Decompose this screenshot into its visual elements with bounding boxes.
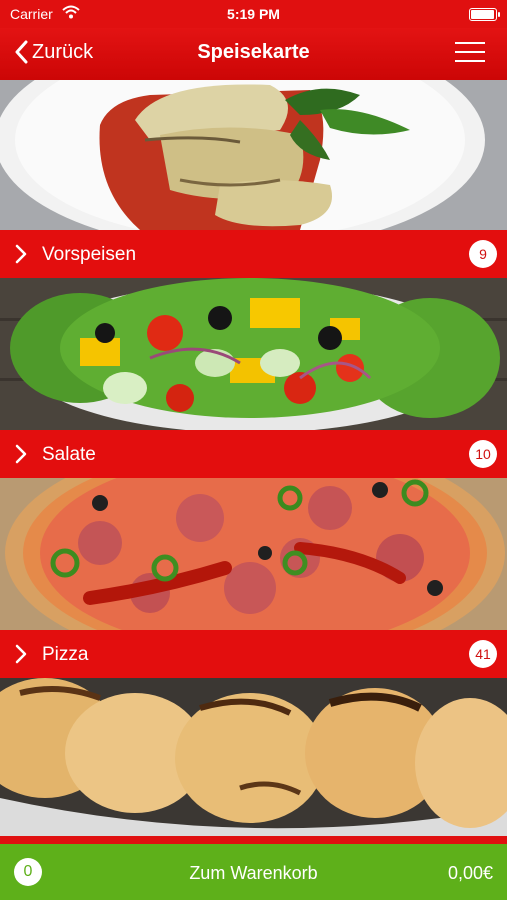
chevron-right-icon: [15, 444, 27, 464]
calzone-image: [0, 678, 507, 844]
battery-icon: [469, 8, 500, 21]
chevron-left-icon: [15, 40, 28, 64]
status-bar: Carrier 5:19 PM: [0, 0, 507, 28]
navigation-bar: Zurück Speisekarte: [0, 28, 507, 80]
chevron-right-icon: [15, 644, 27, 664]
salate-image: [0, 278, 507, 430]
category-salate[interactable]: Salate 10: [0, 430, 507, 478]
category-label: Vorspeisen: [42, 244, 137, 265]
category-label: Salate: [42, 444, 96, 465]
pizza-image: [0, 478, 507, 630]
cart-count-badge: 0: [14, 858, 42, 886]
category-label: Pizza: [42, 644, 89, 665]
back-label: Zurück: [32, 40, 94, 63]
category-pizza[interactable]: Pizza 41: [0, 630, 507, 678]
clock: 5:19 PM: [227, 6, 280, 22]
category-count-badge: 9: [469, 240, 497, 268]
menu-icon[interactable]: [455, 42, 485, 64]
cart-label: Zum Warenkorb: [189, 863, 318, 883]
chevron-right-icon: [15, 244, 27, 264]
cart-bar[interactable]: 0 Zum Warenkorb 0,00€: [0, 844, 507, 900]
back-button[interactable]: Zurück: [14, 40, 93, 64]
category-count-badge: 41: [469, 640, 497, 668]
vorspeisen-image: [0, 80, 507, 230]
cart-total: 0,00€: [447, 863, 493, 883]
category-vorspeisen[interactable]: Vorspeisen 9: [0, 230, 507, 278]
category-count-badge: 10: [469, 440, 497, 468]
category-list[interactable]: Vorspeisen 9 Salate 10 Pizza 41: [0, 80, 507, 844]
